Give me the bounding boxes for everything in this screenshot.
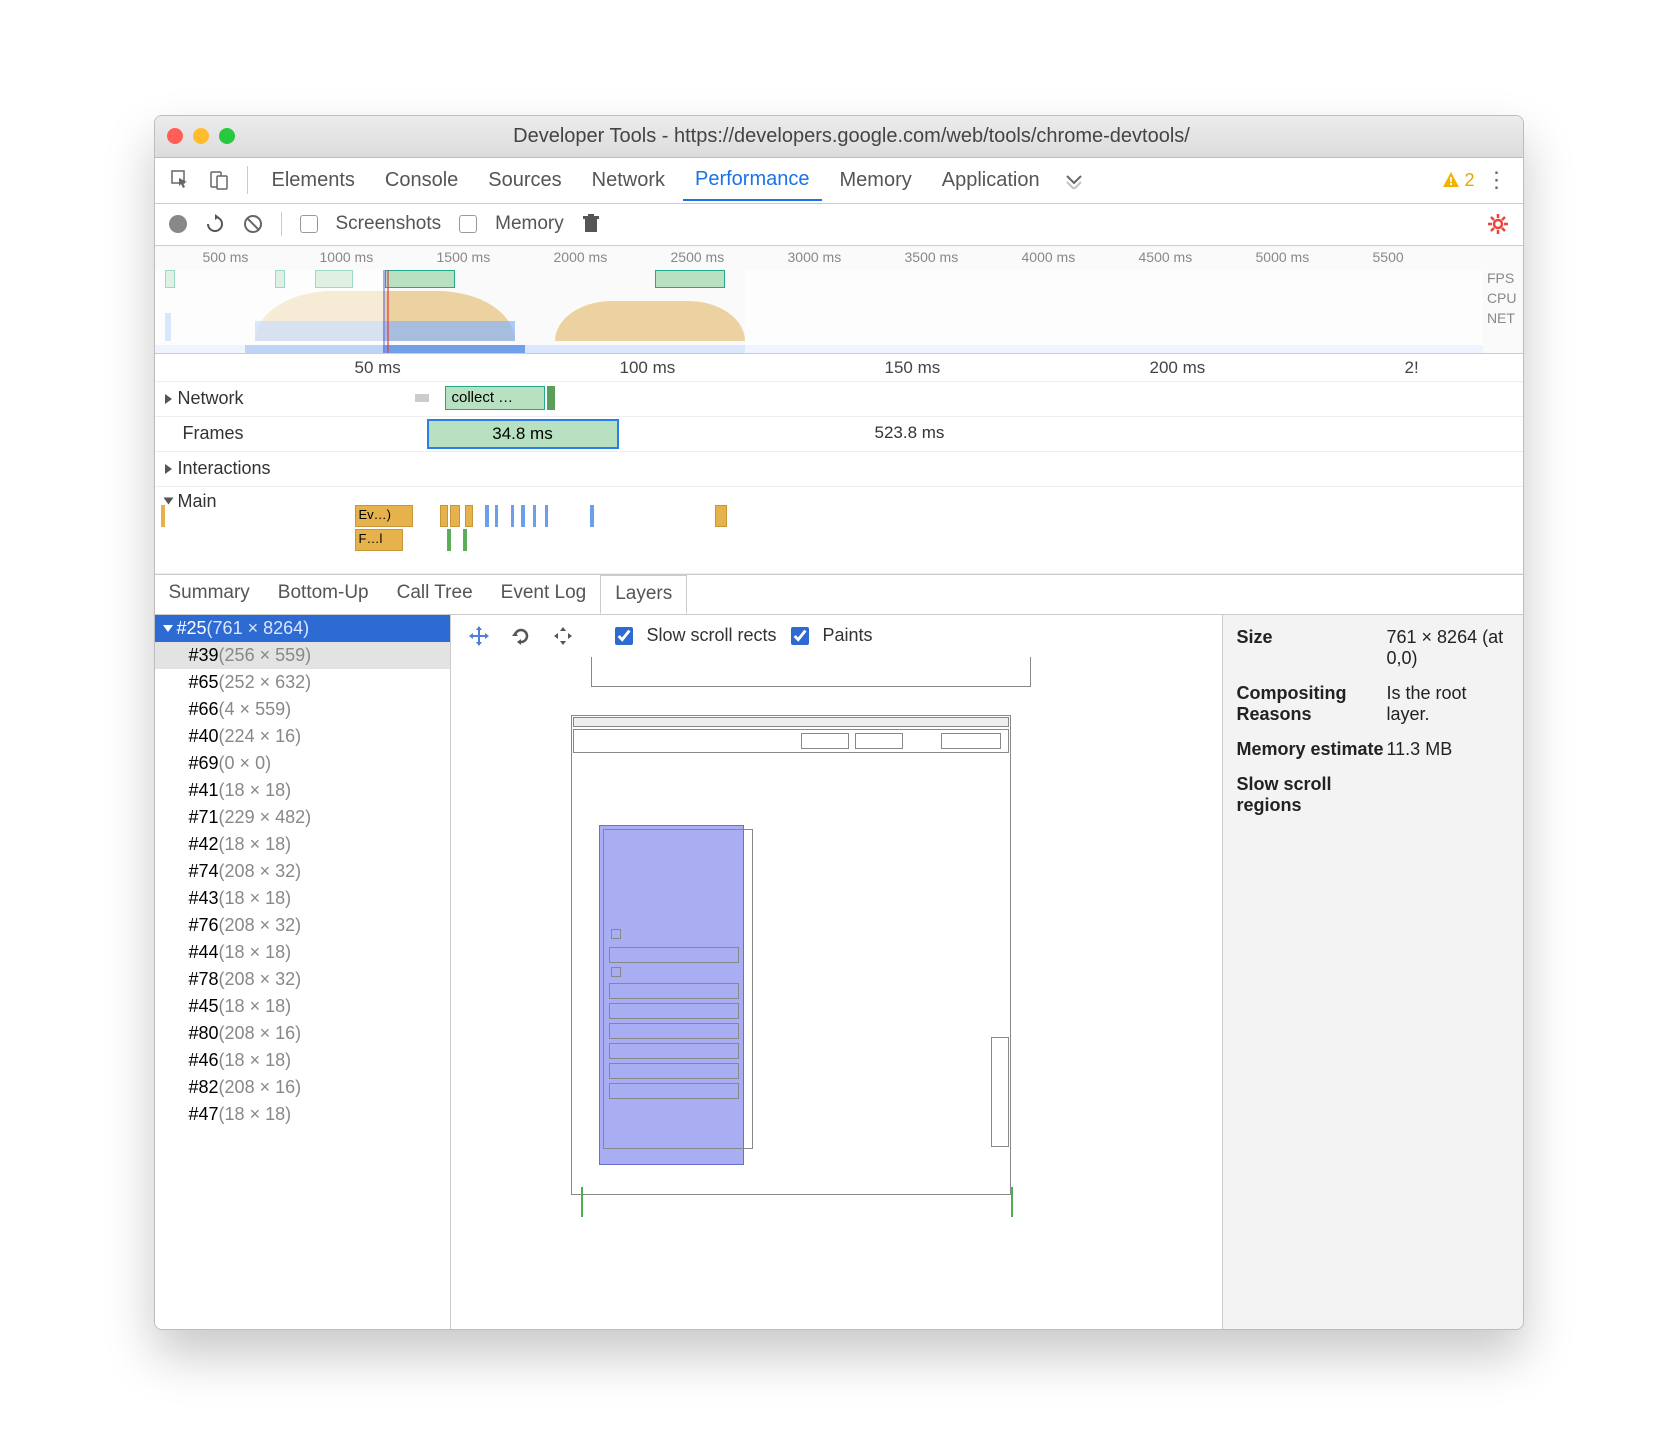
flame-event[interactable]: F…l [355, 529, 403, 551]
layer-tree-item[interactable]: #39(256 × 559) [155, 642, 450, 669]
layer-tree-item[interactable]: #25(761 × 8264) [155, 615, 450, 642]
ptab-call-tree[interactable]: Call Tree [383, 575, 487, 614]
detail-slow-key: Slow scroll regions [1237, 774, 1387, 816]
overflow-icon[interactable] [1058, 171, 1090, 189]
tab-application[interactable]: Application [930, 161, 1052, 200]
frame-next: 523.8 ms [875, 423, 945, 443]
detail-memory-value: 11.3 MB [1387, 739, 1509, 760]
track-main[interactable]: Main Ev…) F…l [155, 487, 1523, 574]
main-tabbar: Elements Console Sources Network Perform… [155, 158, 1523, 204]
layer-tree-item[interactable]: #71(229 × 482) [155, 804, 450, 831]
layer-canvas-toolbar: Slow scroll rects Paints [451, 615, 1222, 657]
paints-label: Paints [823, 625, 873, 646]
ptab-summary[interactable]: Summary [155, 575, 264, 614]
chevron-down-icon[interactable] [163, 498, 173, 505]
layer-tree-item[interactable]: #42(18 × 18) [155, 831, 450, 858]
layer-tree[interactable]: #25(761 × 8264)#39(256 × 559)#65(252 × 6… [155, 615, 451, 1329]
layer-tree-item[interactable]: #80(208 × 16) [155, 1020, 450, 1047]
layers-pane: #25(761 × 8264)#39(256 × 559)#65(252 × 6… [155, 615, 1523, 1329]
reload-button[interactable] [205, 214, 225, 234]
track-frames[interactable]: Frames 34.8 ms 523.8 ms [155, 417, 1523, 452]
devtools-window: Developer Tools - https://developers.goo… [154, 115, 1524, 1330]
overview-ruler: 500 ms 1000 ms 1500 ms 2000 ms 2500 ms 3… [155, 246, 1523, 270]
garbage-button[interactable] [582, 214, 600, 234]
detail-compositing-value: Is the root layer. [1387, 683, 1509, 725]
window-controls [167, 128, 235, 144]
layer-tree-item[interactable]: #45(18 × 18) [155, 993, 450, 1020]
layer-tree-item[interactable]: #74(208 × 32) [155, 858, 450, 885]
overview-chart [155, 270, 1483, 353]
detail-slow-value [1387, 774, 1509, 816]
flame-event[interactable]: Ev…) [355, 505, 413, 527]
chevron-right-icon[interactable] [165, 464, 172, 474]
overview-pane[interactable]: 500 ms 1000 ms 1500 ms 2000 ms 2500 ms 3… [155, 246, 1523, 354]
window-title: Developer Tools - https://developers.goo… [253, 125, 1511, 148]
track-ruler: 50 ms 100 ms 150 ms 200 ms 2! [155, 354, 1523, 382]
layer-tree-item[interactable]: #66(4 × 559) [155, 696, 450, 723]
zoom-icon[interactable] [219, 128, 235, 144]
tab-memory[interactable]: Memory [828, 161, 924, 200]
close-icon[interactable] [167, 128, 183, 144]
screenshots-label: Screenshots [336, 213, 442, 235]
layer-detail-pane: Size 761 × 8264 (at 0,0) Compositing Rea… [1223, 615, 1523, 1329]
tab-performance[interactable]: Performance [683, 160, 822, 201]
tab-sources[interactable]: Sources [476, 161, 573, 200]
record-button[interactable] [169, 215, 187, 233]
pan-icon[interactable] [465, 622, 493, 650]
settings-gear-icon[interactable] [1487, 213, 1509, 235]
device-toggle-icon[interactable] [203, 170, 235, 190]
layer-tree-item[interactable]: #78(208 × 32) [155, 966, 450, 993]
memory-label: Memory [495, 213, 564, 235]
layer-tree-item[interactable]: #44(18 × 18) [155, 939, 450, 966]
ptab-bottom-up[interactable]: Bottom-Up [264, 575, 383, 614]
detail-size-key: Size [1237, 627, 1387, 669]
track-network[interactable]: Network collect … [155, 382, 1523, 417]
slow-scroll-checkbox[interactable] [615, 627, 633, 645]
layer-tree-item[interactable]: #65(252 × 632) [155, 669, 450, 696]
chevron-right-icon[interactable] [165, 394, 172, 404]
layer-tree-item[interactable]: #82(208 × 16) [155, 1074, 450, 1101]
network-task[interactable]: collect … [445, 386, 545, 410]
warning-badge[interactable]: 2 [1442, 170, 1474, 191]
layer-tree-item[interactable]: #47(18 × 18) [155, 1101, 450, 1128]
more-icon[interactable]: ⋮ [1481, 167, 1513, 193]
slow-scroll-label: Slow scroll rects [647, 625, 777, 646]
track-interactions[interactable]: Interactions [155, 452, 1523, 487]
detail-size-value: 761 × 8264 (at 0,0) [1387, 627, 1509, 669]
overview-labels: FPS CPU NET [1487, 270, 1517, 326]
warning-count: 2 [1464, 170, 1474, 191]
layer-tree-item[interactable]: #40(224 × 16) [155, 723, 450, 750]
tracks-pane[interactable]: 50 ms 100 ms 150 ms 200 ms 2! Network co… [155, 354, 1523, 575]
tab-console[interactable]: Console [373, 161, 470, 200]
layer-tree-item[interactable]: #69(0 × 0) [155, 750, 450, 777]
ptab-event-log[interactable]: Event Log [487, 575, 601, 614]
panel-tabs: Summary Bottom-Up Call Tree Event Log La… [155, 575, 1523, 615]
inspect-icon[interactable] [165, 170, 197, 190]
clear-button[interactable] [243, 214, 263, 234]
perf-toolbar: Screenshots Memory [155, 204, 1523, 246]
frame-selected[interactable]: 34.8 ms [427, 419, 619, 449]
minimize-icon[interactable] [193, 128, 209, 144]
layer-tree-item[interactable]: #76(208 × 32) [155, 912, 450, 939]
tab-network[interactable]: Network [580, 161, 677, 200]
rotate-icon[interactable] [507, 622, 535, 650]
reset-view-icon[interactable] [549, 622, 577, 650]
layer-canvas[interactable] [451, 657, 1222, 1329]
memory-checkbox[interactable] [459, 215, 477, 233]
ptab-layers[interactable]: Layers [600, 575, 687, 614]
tab-elements[interactable]: Elements [260, 161, 367, 200]
layer-tree-item[interactable]: #46(18 × 18) [155, 1047, 450, 1074]
detail-compositing-key: Compositing Reasons [1237, 683, 1387, 725]
separator [247, 166, 248, 194]
layer-canvas-pane: Slow scroll rects Paints [451, 615, 1223, 1329]
paints-checkbox[interactable] [791, 627, 809, 645]
layer-tree-item[interactable]: #43(18 × 18) [155, 885, 450, 912]
titlebar: Developer Tools - https://developers.goo… [155, 116, 1523, 158]
layer-tree-item[interactable]: #41(18 × 18) [155, 777, 450, 804]
screenshots-checkbox[interactable] [300, 215, 318, 233]
detail-memory-key: Memory estimate [1237, 739, 1387, 760]
